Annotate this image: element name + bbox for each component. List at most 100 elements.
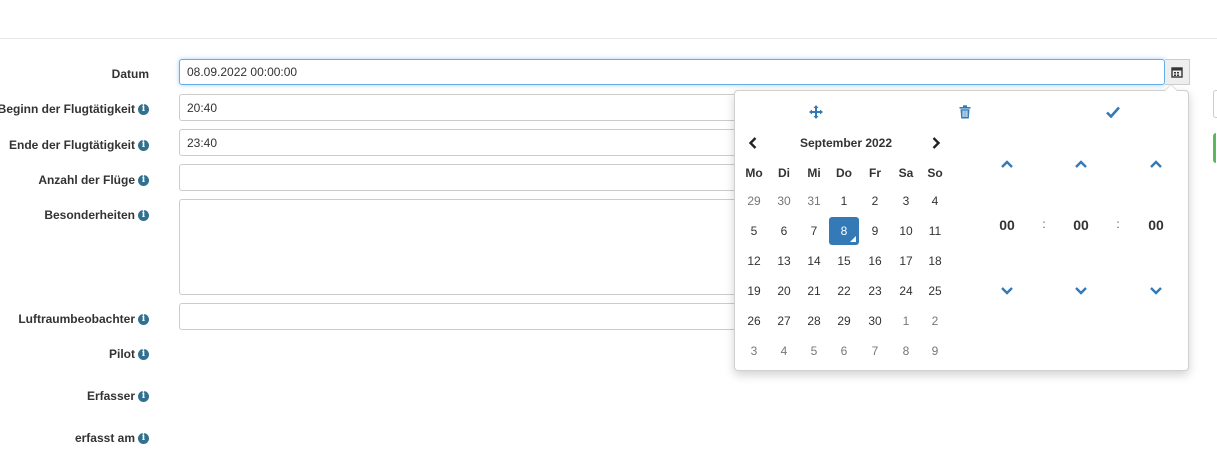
hours-value[interactable]: 00 bbox=[987, 217, 1027, 233]
info-icon[interactable]: i bbox=[138, 174, 149, 186]
label-pilot: Pilot i bbox=[109, 347, 149, 361]
calendar-day[interactable]: 3 bbox=[739, 337, 769, 365]
calendar-button[interactable] bbox=[1165, 59, 1190, 85]
calendar-day[interactable]: 24 bbox=[891, 277, 921, 305]
calendar-day[interactable]: 7 bbox=[799, 217, 829, 245]
chevron-down-icon bbox=[1001, 287, 1013, 295]
month-title[interactable]: September 2022 bbox=[771, 131, 921, 155]
side-button-edge-success[interactable] bbox=[1213, 133, 1217, 163]
weekday-header: Sa bbox=[898, 166, 914, 180]
chevron-right-icon bbox=[932, 137, 941, 149]
calendar-day[interactable]: 4 bbox=[769, 337, 799, 365]
info-icon[interactable]: i bbox=[138, 432, 149, 444]
info-icon[interactable]: i bbox=[138, 209, 149, 221]
clear-button[interactable] bbox=[955, 103, 975, 121]
label-luftraumbeobachter: Luftraumbeobachter i bbox=[18, 312, 149, 326]
calendar-day[interactable]: 7 bbox=[860, 337, 890, 365]
datum-input[interactable]: 08.09.2022 00:00:00 bbox=[179, 59, 1165, 85]
calendar-icon bbox=[1171, 67, 1183, 78]
next-month-button[interactable] bbox=[924, 131, 948, 155]
increment-seconds-button[interactable] bbox=[1144, 154, 1168, 174]
calendar-day[interactable]: 19 bbox=[739, 277, 769, 305]
seconds-value[interactable]: 00 bbox=[1136, 217, 1176, 233]
increment-hours-button[interactable] bbox=[995, 154, 1019, 174]
move-icon bbox=[809, 105, 823, 119]
trash-icon bbox=[959, 105, 971, 119]
datetime-picker: September 2022 00 : 00 : 00 Mo Di Mi Do Fr Sa… bbox=[734, 84, 1189, 371]
calendar-day[interactable]: 30 bbox=[769, 187, 799, 215]
calendar-day[interactable]: 12 bbox=[739, 247, 769, 275]
calendar-day[interactable]: 22 bbox=[829, 277, 859, 305]
selected-day[interactable]: 8 bbox=[829, 217, 859, 245]
label-erfasser: Erfasser i bbox=[87, 389, 149, 403]
label-ende: Ende der Flugtätigkeit i bbox=[9, 138, 149, 152]
calendar-day[interactable]: 29 bbox=[739, 187, 769, 215]
side-button-edge[interactable] bbox=[1213, 90, 1217, 118]
chevron-up-icon bbox=[1150, 160, 1162, 168]
calendar-day[interactable]: 17 bbox=[891, 247, 921, 275]
calendar-day[interactable]: 26 bbox=[739, 307, 769, 335]
decrement-minutes-button[interactable] bbox=[1069, 281, 1093, 301]
calendar-day[interactable]: 23 bbox=[860, 277, 890, 305]
calendar-day[interactable]: 13 bbox=[769, 247, 799, 275]
chevron-up-icon bbox=[1001, 160, 1013, 168]
chevron-down-icon bbox=[1075, 287, 1087, 295]
weekday-header: Fr bbox=[869, 166, 881, 180]
chevron-down-icon bbox=[1150, 287, 1162, 295]
label-beginn: Beginn der Flugtätigkeit i bbox=[0, 102, 149, 116]
chevron-up-icon bbox=[1075, 160, 1087, 168]
calendar-day[interactable]: 30 bbox=[860, 307, 890, 335]
info-icon[interactable]: i bbox=[138, 139, 149, 151]
calendar-day[interactable]: 6 bbox=[769, 217, 799, 245]
calendar-day[interactable]: 27 bbox=[769, 307, 799, 335]
weekday-header: Do bbox=[836, 166, 852, 180]
calendar-day[interactable]: 2 bbox=[920, 307, 950, 335]
calendar-day[interactable]: 9 bbox=[920, 337, 950, 365]
chevron-left-icon bbox=[748, 137, 757, 149]
label-besonderheiten: Besonderheiten i bbox=[44, 208, 149, 222]
calendar-day[interactable]: 6 bbox=[829, 337, 859, 365]
calendar-day[interactable]: 18 bbox=[920, 247, 950, 275]
calendar-day[interactable]: 3 bbox=[891, 187, 921, 215]
increment-minutes-button[interactable] bbox=[1069, 154, 1093, 174]
calendar-day[interactable]: 16 bbox=[860, 247, 890, 275]
info-icon[interactable]: i bbox=[138, 390, 149, 402]
calendar-day[interactable]: 4 bbox=[920, 187, 950, 215]
calendar-day[interactable]: 10 bbox=[891, 217, 921, 245]
calendar-day[interactable]: 1 bbox=[829, 187, 859, 215]
info-icon[interactable]: i bbox=[138, 103, 149, 115]
move-button[interactable] bbox=[806, 103, 826, 121]
calendar-day[interactable]: 5 bbox=[739, 217, 769, 245]
label-datum: Datum bbox=[111, 67, 149, 81]
decrement-seconds-button[interactable] bbox=[1144, 281, 1168, 301]
calendar-day[interactable]: 20 bbox=[769, 277, 799, 305]
minutes-value[interactable]: 00 bbox=[1061, 217, 1101, 233]
time-separator: : bbox=[1042, 217, 1046, 231]
calendar-day[interactable]: 2 bbox=[860, 187, 890, 215]
calendar-day[interactable]: 31 bbox=[799, 187, 829, 215]
info-icon[interactable]: i bbox=[138, 313, 149, 325]
weekday-header: Mo bbox=[745, 166, 763, 180]
calendar-day[interactable]: 11 bbox=[920, 217, 950, 245]
calendar-day[interactable]: 5 bbox=[799, 337, 829, 365]
weekday-header: Mi bbox=[807, 166, 821, 180]
calendar-day[interactable]: 1 bbox=[891, 307, 921, 335]
label-anzahl: Anzahl der Flüge i bbox=[38, 173, 149, 187]
calendar-day[interactable]: 15 bbox=[829, 247, 859, 275]
calendar-day[interactable]: 28 bbox=[799, 307, 829, 335]
weekday-header: So bbox=[927, 166, 943, 180]
info-icon[interactable]: i bbox=[138, 348, 149, 360]
calendar-day[interactable]: 9 bbox=[860, 217, 890, 245]
calendar-day[interactable]: 8 bbox=[891, 337, 921, 365]
calendar-day[interactable]: 21 bbox=[799, 277, 829, 305]
prev-month-button[interactable] bbox=[741, 131, 765, 155]
check-icon bbox=[1106, 106, 1120, 118]
calendar-day[interactable]: 14 bbox=[799, 247, 829, 275]
label-erfasst-am: erfasst am i bbox=[75, 431, 149, 445]
calendar-day[interactable]: 25 bbox=[920, 277, 950, 305]
header-divider bbox=[0, 38, 1217, 39]
decrement-hours-button[interactable] bbox=[995, 281, 1019, 301]
calendar-header: September 2022 bbox=[741, 131, 951, 155]
calendar-day[interactable]: 29 bbox=[829, 307, 859, 335]
confirm-button[interactable] bbox=[1103, 103, 1123, 121]
